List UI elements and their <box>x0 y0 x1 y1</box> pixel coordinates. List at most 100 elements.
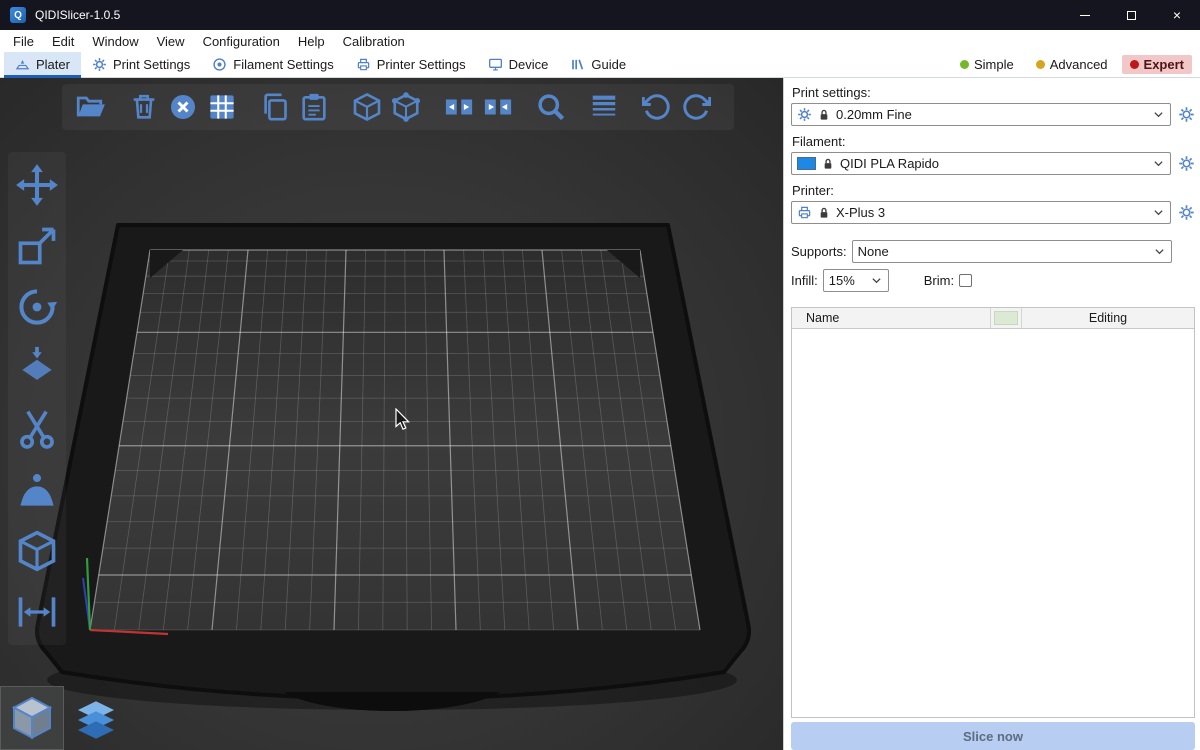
tab-device-label: Device <box>509 57 549 72</box>
menu-edit[interactable]: Edit <box>43 30 83 52</box>
toolbar-gap <box>338 107 352 108</box>
extruder-color-swatch <box>994 311 1018 325</box>
minimize-icon <box>1080 15 1090 16</box>
tab-device[interactable]: Device <box>477 52 560 77</box>
filament-spool-icon <box>212 57 227 72</box>
toolbar-gap <box>628 107 642 108</box>
simple-dot-icon <box>960 60 969 69</box>
redo-icon[interactable] <box>681 92 711 122</box>
undo-icon[interactable] <box>642 92 672 122</box>
advanced-dot-icon <box>1036 60 1045 69</box>
filament-gear-button[interactable] <box>1178 155 1195 172</box>
object-list-header: Name Editing <box>792 308 1194 329</box>
mode-simple[interactable]: Simple <box>952 55 1022 74</box>
scale-tool-icon[interactable] <box>15 224 59 268</box>
menu-calibration[interactable]: Calibration <box>334 30 414 52</box>
remove-instance-icon[interactable] <box>391 92 421 122</box>
column-header-editing[interactable]: Editing <box>1022 308 1194 328</box>
search-icon[interactable] <box>536 92 566 122</box>
tabbar: Plater Print Settings Filament Settings … <box>0 52 1200 78</box>
paste-icon[interactable] <box>299 92 329 122</box>
menu-configuration[interactable]: Configuration <box>194 30 289 52</box>
place-on-face-tool-icon[interactable] <box>15 346 59 390</box>
split-to-objects-icon[interactable] <box>444 92 474 122</box>
cut-tool-icon[interactable] <box>15 407 59 451</box>
printer-gear-button[interactable] <box>1178 204 1195 221</box>
brim-checkbox[interactable] <box>959 274 972 287</box>
titlebar: Q QIDISlicer-1.0.5 × <box>0 0 1200 30</box>
measure-tool-icon[interactable] <box>15 590 59 634</box>
bed-icon <box>15 57 30 72</box>
print-settings-label: Print settings: <box>792 85 1196 100</box>
copy-icon[interactable] <box>260 92 290 122</box>
brim-label: Brim: <box>924 273 954 288</box>
seam-tool-icon[interactable] <box>15 529 59 573</box>
filament-combo[interactable]: QIDI PLA Rapido <box>791 152 1171 175</box>
window-title: QIDISlicer-1.0.5 <box>35 8 120 22</box>
mode-advanced[interactable]: Advanced <box>1028 55 1116 74</box>
chevron-down-icon <box>1152 108 1165 121</box>
menu-window[interactable]: Window <box>83 30 147 52</box>
filament-label: Filament: <box>792 134 1196 149</box>
menu-help[interactable]: Help <box>289 30 334 52</box>
maximize-button[interactable] <box>1108 0 1154 30</box>
expert-dot-icon <box>1130 60 1139 69</box>
print-settings-combo[interactable]: 0.20mm Fine <box>791 103 1171 126</box>
arrange-icon[interactable] <box>207 92 237 122</box>
supports-combo[interactable]: None <box>852 240 1172 263</box>
move-tool-icon[interactable] <box>15 163 59 207</box>
infill-value: 15% <box>829 273 855 288</box>
tab-filament-settings[interactable]: Filament Settings <box>201 52 344 77</box>
delete-icon[interactable] <box>129 92 159 122</box>
delete-all-icon[interactable] <box>168 92 198 122</box>
infill-combo[interactable]: 15% <box>823 269 889 292</box>
mode-switcher: Simple Advanced Expert <box>952 52 1200 77</box>
open-project-icon[interactable] <box>76 92 106 122</box>
viewport-3d[interactable] <box>0 78 783 750</box>
supports-label: Supports: <box>791 244 847 259</box>
menu-view[interactable]: View <box>148 30 194 52</box>
tab-guide-label: Guide <box>591 57 626 72</box>
print-bed <box>0 78 783 750</box>
plater-toolbar <box>62 84 734 130</box>
mode-simple-label: Simple <box>974 57 1014 72</box>
chevron-down-icon <box>1152 206 1165 219</box>
printer-combo[interactable]: X-Plus 3 <box>791 201 1171 224</box>
app-window: Q QIDISlicer-1.0.5 × File Edit Window Vi… <box>0 0 1200 750</box>
printer-value: X-Plus 3 <box>836 205 885 220</box>
print-settings-gear-button[interactable] <box>1178 106 1195 123</box>
chevron-down-icon <box>1152 157 1165 170</box>
mode-advanced-label: Advanced <box>1050 57 1108 72</box>
editor-view-button[interactable] <box>0 686 64 750</box>
minimize-button[interactable] <box>1062 0 1108 30</box>
toolbar-gap <box>246 107 260 108</box>
object-list-body[interactable] <box>792 329 1194 717</box>
tab-print-settings[interactable]: Print Settings <box>81 52 201 77</box>
tab-plater[interactable]: Plater <box>4 52 81 77</box>
split-to-parts-icon[interactable] <box>483 92 513 122</box>
mode-expert[interactable]: Expert <box>1122 55 1192 74</box>
window-controls: × <box>1062 0 1200 30</box>
close-icon: × <box>1173 7 1181 23</box>
tab-printer-settings[interactable]: Printer Settings <box>345 52 477 77</box>
add-instance-icon[interactable] <box>352 92 382 122</box>
filament-color-swatch <box>797 157 816 170</box>
printer-icon <box>797 205 812 220</box>
lock-icon <box>817 108 831 122</box>
device-monitor-icon <box>488 57 503 72</box>
column-header-name[interactable]: Name <box>792 308 991 328</box>
tab-guide[interactable]: Guide <box>559 52 637 77</box>
filament-value: QIDI PLA Rapido <box>840 156 939 171</box>
menu-file[interactable]: File <box>4 30 43 52</box>
menubar: File Edit Window View Configuration Help… <box>0 30 1200 52</box>
rotate-tool-icon[interactable] <box>15 285 59 329</box>
variable-layer-height-icon[interactable] <box>589 92 619 122</box>
toolbar-gap <box>522 107 536 108</box>
toolbar-gap <box>115 107 129 108</box>
paint-supports-tool-icon[interactable] <box>15 468 59 512</box>
column-header-extruder[interactable] <box>991 308 1022 328</box>
toolbar-gap <box>430 107 444 108</box>
preview-button[interactable] <box>64 686 128 750</box>
close-button[interactable]: × <box>1154 0 1200 30</box>
slice-now-button[interactable]: Slice now <box>791 722 1195 750</box>
